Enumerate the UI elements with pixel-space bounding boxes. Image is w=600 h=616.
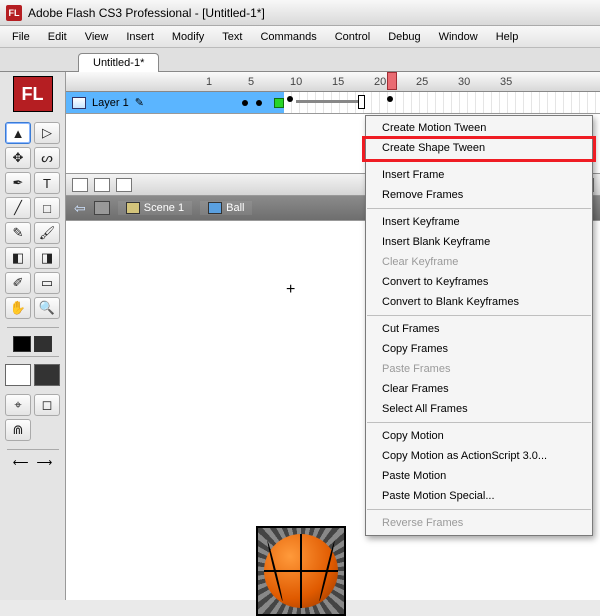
app-icon: FL — [6, 5, 22, 21]
text-tool[interactable]: T — [34, 172, 60, 194]
menu-item-create-motion-tween[interactable]: Create Motion Tween — [366, 118, 592, 138]
eyedropper-tool[interactable]: ✐ — [5, 272, 31, 294]
scene-toggle-icon[interactable] — [94, 201, 110, 215]
menu-item-insert-blank-keyframe[interactable]: Insert Blank Keyframe — [366, 232, 592, 252]
option-icon[interactable]: ◻ — [34, 394, 60, 416]
menu-item-insert-frame[interactable]: Insert Frame — [366, 165, 592, 185]
scene-icon — [126, 202, 140, 214]
paint-bucket-tool[interactable]: ◨ — [34, 247, 60, 269]
zoom-tool[interactable]: 🔍 — [34, 297, 60, 319]
outline-color[interactable] — [274, 98, 284, 108]
menu-item-convert-to-keyframes[interactable]: Convert to Keyframes — [366, 272, 592, 292]
menu-debug[interactable]: Debug — [380, 29, 428, 45]
frame-num: 25 — [416, 76, 458, 88]
menu-item-paste-frames: Paste Frames — [366, 359, 592, 379]
option-box-a[interactable] — [5, 364, 31, 386]
new-layer-icon[interactable] — [72, 178, 88, 192]
snap-icon[interactable]: ⌖ — [5, 394, 31, 416]
free-transform-tool[interactable]: ✥ — [5, 147, 31, 169]
subselect-tool[interactable]: ▷ — [34, 122, 60, 144]
context-menu: Create Motion TweenCreate Shape Tween Ins… — [365, 115, 593, 536]
tab-untitled[interactable]: Untitled-1* — [78, 53, 159, 72]
menu-window[interactable]: Window — [431, 29, 486, 45]
menu-modify[interactable]: Modify — [164, 29, 212, 45]
menu-help[interactable]: Help — [488, 29, 527, 45]
menu-item-clear-frames[interactable]: Clear Frames — [366, 379, 592, 399]
frame-num: 5 — [248, 76, 290, 88]
eraser-tool[interactable]: ▭ — [34, 272, 60, 294]
menu-item-reverse-frames: Reverse Frames — [366, 513, 592, 533]
menu-item-copy-motion[interactable]: Copy Motion — [366, 426, 592, 446]
breadcrumb-symbol[interactable]: Ball — [200, 201, 252, 215]
pencil-icon: ✎ — [135, 96, 144, 109]
menu-item-cut-frames[interactable]: Cut Frames — [366, 319, 592, 339]
menu-commands[interactable]: Commands — [252, 29, 324, 45]
new-folder-icon[interactable] — [94, 178, 110, 192]
ball-graphic[interactable] — [256, 526, 346, 616]
frame-num: 15 — [332, 76, 374, 88]
magnet-icon[interactable]: ⋒ — [5, 419, 31, 441]
symbol-icon — [208, 202, 222, 214]
layer-icon — [72, 97, 86, 109]
frame-num: 35 — [500, 76, 542, 88]
frames-strip[interactable] — [284, 92, 600, 113]
titlebar: FL Adobe Flash CS3 Professional - [Untit… — [0, 0, 600, 26]
layer-row[interactable]: Layer 1 ✎ — [66, 92, 600, 114]
frame-num: 30 — [458, 76, 500, 88]
crosshair-icon: + — [286, 281, 295, 299]
menu-item-create-shape-tween[interactable]: Create Shape Tween — [366, 138, 592, 158]
menu-item-insert-keyframe[interactable]: Insert Keyframe — [366, 212, 592, 232]
brush-tool[interactable]: 🖌 — [34, 222, 60, 244]
back-arrow-icon[interactable]: ⇦ — [74, 200, 86, 217]
breadcrumb-scene[interactable]: Scene 1 — [118, 201, 192, 215]
menu-item-select-all-frames[interactable]: Select All Frames — [366, 399, 592, 419]
menu-item-copy-frames[interactable]: Copy Frames — [366, 339, 592, 359]
window-title: Adobe Flash CS3 Professional - [Untitled… — [28, 6, 265, 20]
option-box-b[interactable] — [34, 364, 60, 386]
line-tool[interactable]: ╱ — [5, 197, 31, 219]
lasso-tool[interactable]: ᔕ — [34, 147, 60, 169]
frame-num: 1 — [206, 76, 248, 88]
selection-tool[interactable]: ▲ — [5, 122, 31, 144]
delete-layer-icon[interactable] — [116, 178, 132, 192]
menu-item-convert-to-blank-keyframes[interactable]: Convert to Blank Keyframes — [366, 292, 592, 312]
document-tabs: Untitled-1* — [0, 48, 600, 72]
fill-swatch[interactable] — [34, 336, 52, 352]
flash-badge: FL — [13, 76, 53, 112]
menu-control[interactable]: Control — [327, 29, 378, 45]
menu-item-copy-motion-as-actionscript-3-0[interactable]: Copy Motion as ActionScript 3.0... — [366, 446, 592, 466]
hand-tool[interactable]: ✋ — [5, 297, 31, 319]
pen-tool[interactable]: ✒ — [5, 172, 31, 194]
keyframe-1[interactable] — [287, 96, 293, 102]
ink-bottle-tool[interactable]: ◧ — [5, 247, 31, 269]
menu-view[interactable]: View — [77, 29, 117, 45]
menu-item-paste-motion-special[interactable]: Paste Motion Special... — [366, 486, 592, 506]
lock-dot[interactable] — [256, 100, 262, 106]
keyframe-end[interactable] — [387, 96, 393, 102]
menu-edit[interactable]: Edit — [40, 29, 75, 45]
menu-item-remove-frames[interactable]: Remove Frames — [366, 185, 592, 205]
blank-keyframe[interactable] — [358, 95, 365, 109]
collapse-right-icon[interactable]: ⟶ — [37, 456, 53, 469]
layer-name: Layer 1 — [92, 97, 129, 109]
menubar: FileEditViewInsertModifyTextCommandsCont… — [0, 26, 600, 48]
stroke-swatch[interactable] — [13, 336, 31, 352]
rectangle-tool[interactable]: □ — [34, 197, 60, 219]
menu-file[interactable]: File — [4, 29, 38, 45]
menu-item-clear-keyframe: Clear Keyframe — [366, 252, 592, 272]
collapse-left-icon[interactable]: ⟵ — [13, 456, 29, 469]
menu-insert[interactable]: Insert — [118, 29, 162, 45]
visibility-dot[interactable] — [242, 100, 248, 106]
timeline-ruler: 15101520253035 — [66, 72, 600, 92]
menu-text[interactable]: Text — [214, 29, 250, 45]
pencil-tool[interactable]: ✎ — [5, 222, 31, 244]
playhead[interactable] — [387, 72, 397, 90]
menu-item-paste-motion[interactable]: Paste Motion — [366, 466, 592, 486]
frame-num: 10 — [290, 76, 332, 88]
tools-panel: FL ▲▷✥ᔕ✒T╱□✎🖌◧◨✐▭✋🔍 ⌖ ◻ ⋒ ⟵ ⟶ — [0, 72, 66, 600]
